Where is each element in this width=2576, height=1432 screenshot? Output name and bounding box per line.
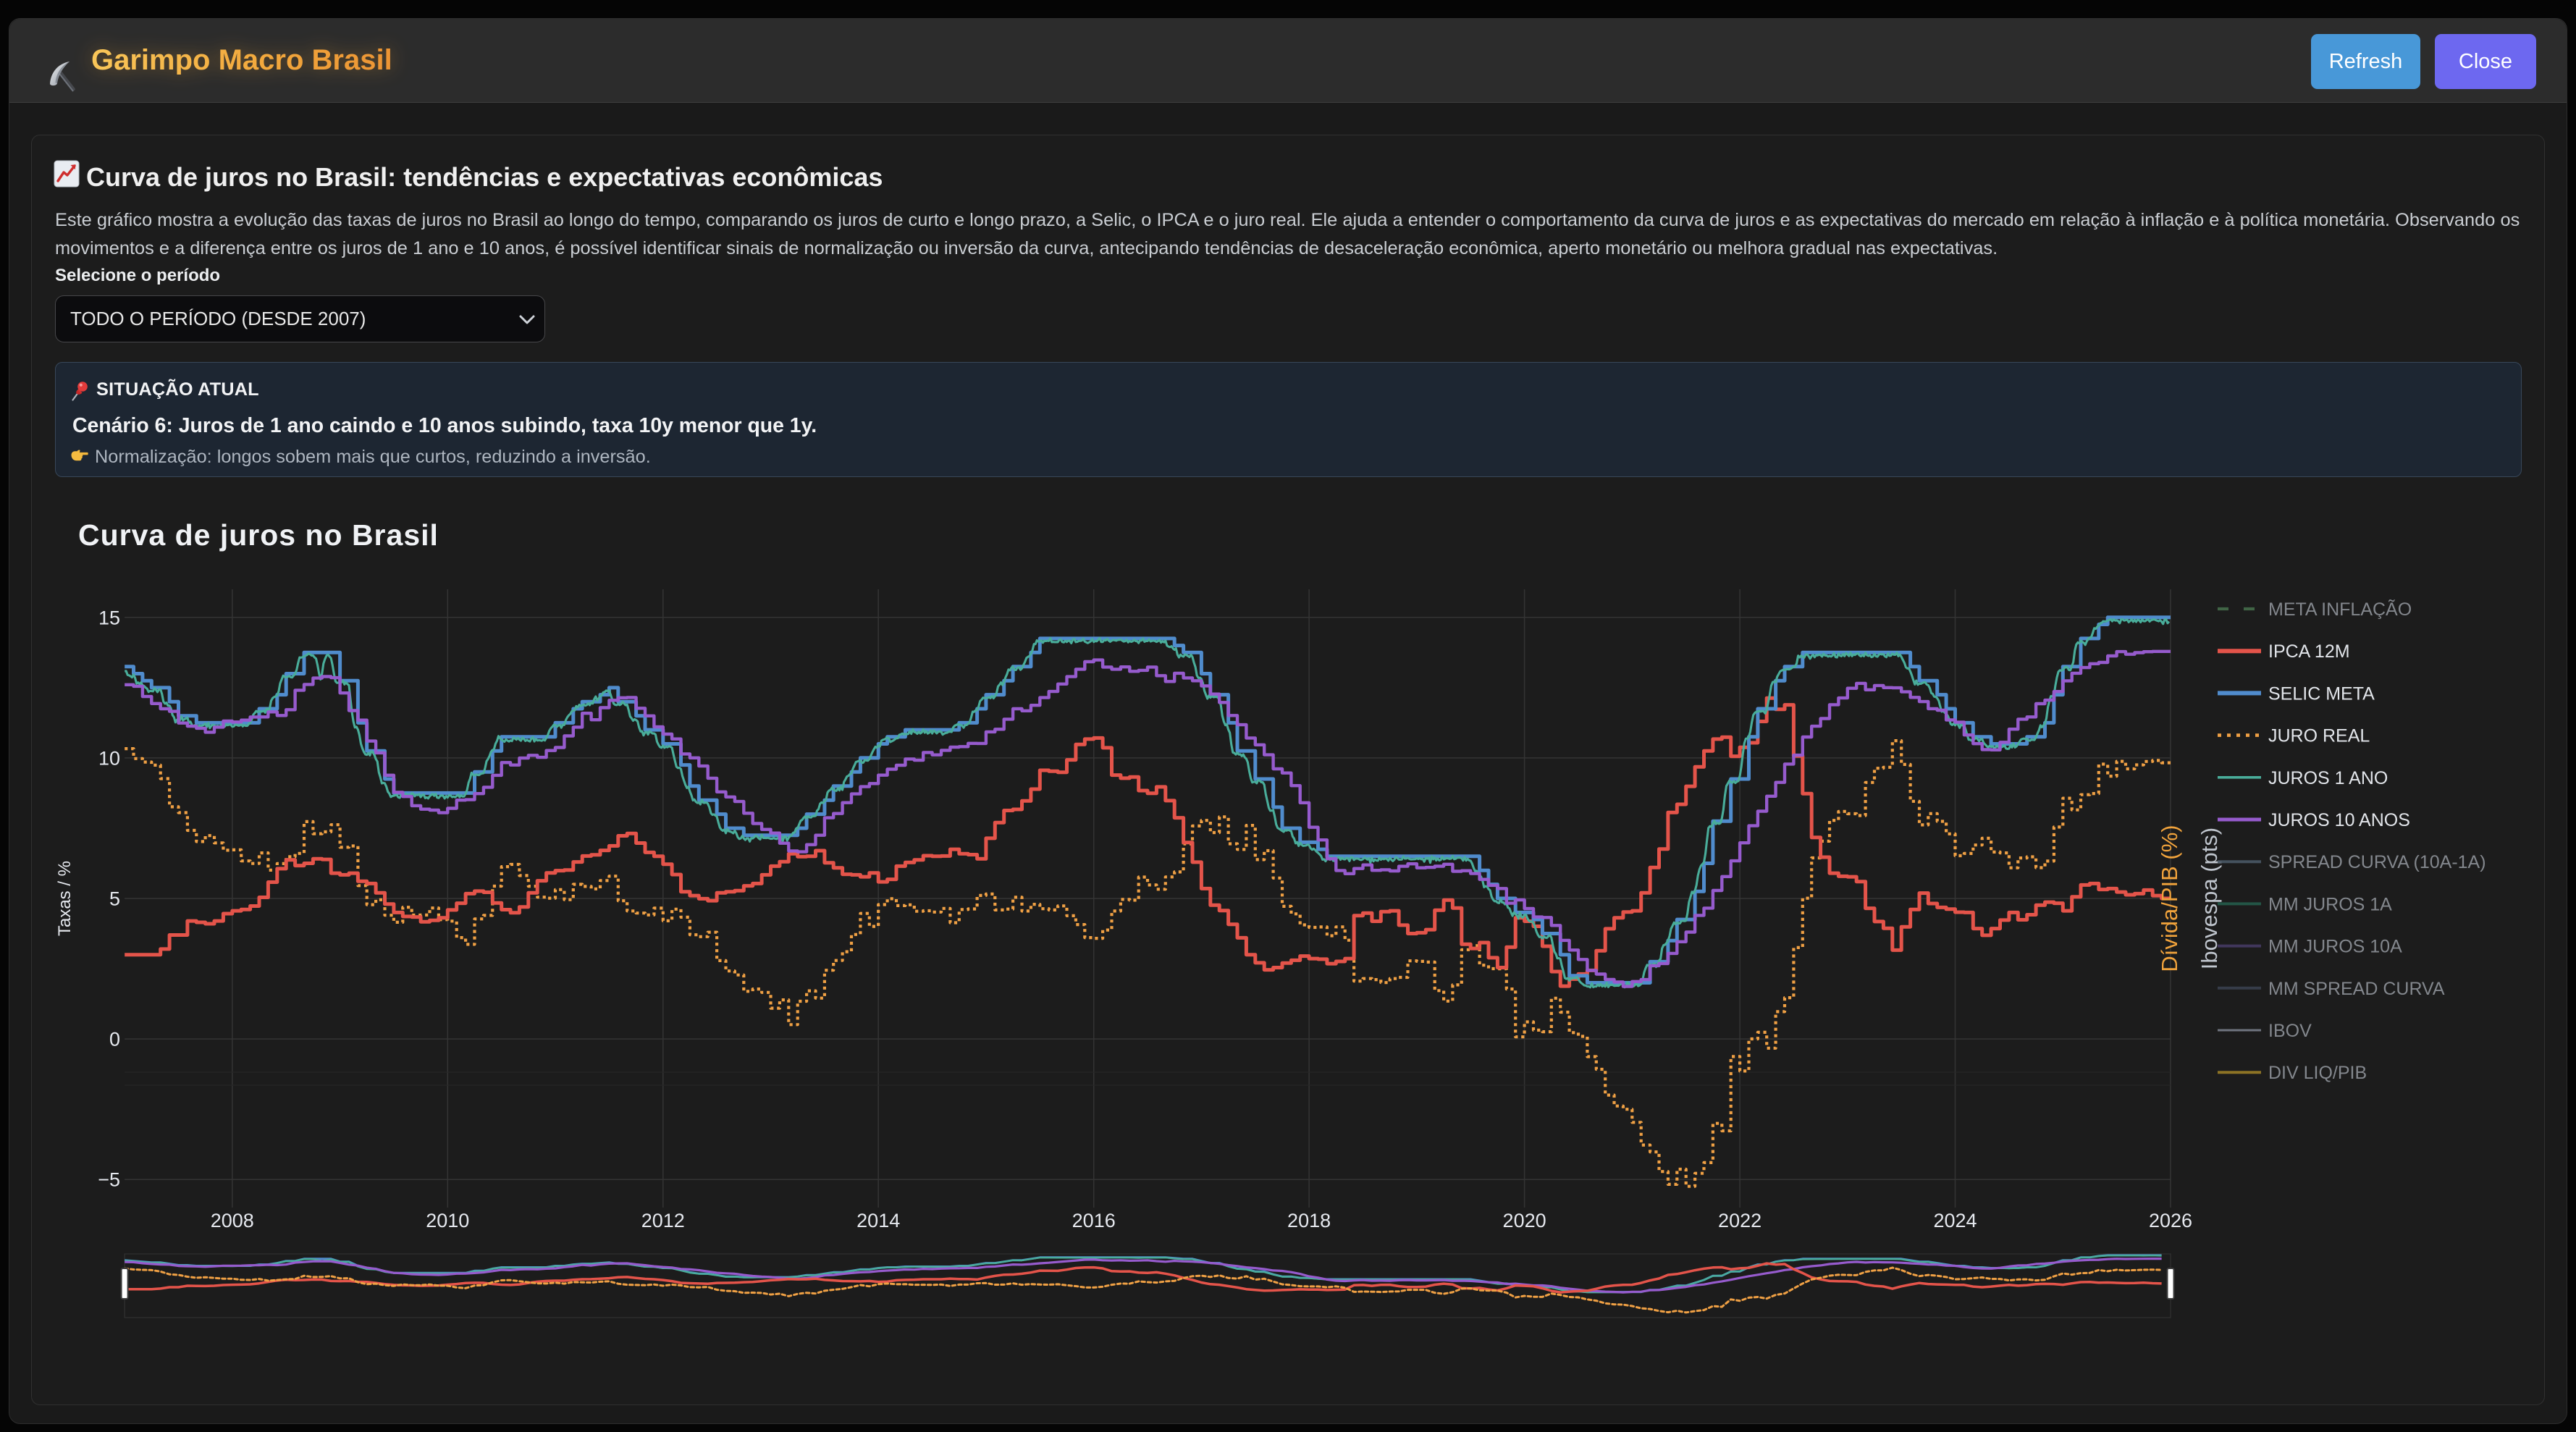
svg-text:MM JUROS 10A: MM JUROS 10A: [2268, 937, 2402, 957]
svg-text:SELIC META: SELIC META: [2268, 683, 2375, 704]
svg-text:0: 0: [109, 1029, 120, 1050]
svg-text:15: 15: [98, 607, 120, 628]
svg-text:2014: 2014: [856, 1210, 900, 1231]
svg-text:2016: 2016: [1072, 1210, 1116, 1231]
svg-text:JURO REAL: JURO REAL: [2268, 726, 2370, 746]
svg-text:2026: 2026: [2149, 1210, 2192, 1231]
svg-text:Dívida/PIB (%): Dívida/PIB (%): [2157, 825, 2182, 972]
svg-text:MM SPREAD CURVA: MM SPREAD CURVA: [2268, 979, 2445, 999]
svg-text:2012: 2012: [641, 1210, 685, 1231]
svg-text:JUROS 10 ANOS: JUROS 10 ANOS: [2268, 810, 2410, 830]
svg-text:−5: −5: [98, 1169, 120, 1191]
svg-text:10: 10: [98, 747, 120, 769]
svg-text:DIV LIQ/PIB: DIV LIQ/PIB: [2268, 1063, 2367, 1083]
svg-text:2010: 2010: [426, 1210, 469, 1231]
svg-text:2024: 2024: [1933, 1210, 1977, 1231]
svg-text:Curva de juros no Brasil: Curva de juros no Brasil: [78, 518, 439, 552]
svg-text:IPCA 12M: IPCA 12M: [2268, 641, 2350, 662]
svg-text:MM JUROS 1A: MM JUROS 1A: [2268, 894, 2392, 914]
svg-text:2018: 2018: [1287, 1210, 1331, 1231]
svg-text:2022: 2022: [1718, 1210, 1761, 1231]
svg-text:META INFLAÇÃO: META INFLAÇÃO: [2268, 599, 2412, 620]
svg-text:2020: 2020: [1503, 1210, 1546, 1231]
svg-text:SPREAD CURVA (10A-1A): SPREAD CURVA (10A-1A): [2268, 852, 2486, 872]
svg-text:IBOV: IBOV: [2268, 1021, 2312, 1041]
svg-text:2008: 2008: [211, 1210, 254, 1231]
svg-text:Taxas / %: Taxas / %: [55, 861, 75, 936]
svg-text:5: 5: [109, 888, 120, 910]
svg-text:JUROS 1 ANO: JUROS 1 ANO: [2268, 768, 2388, 788]
svg-text:Ibovespa (pts): Ibovespa (pts): [2197, 827, 2222, 969]
